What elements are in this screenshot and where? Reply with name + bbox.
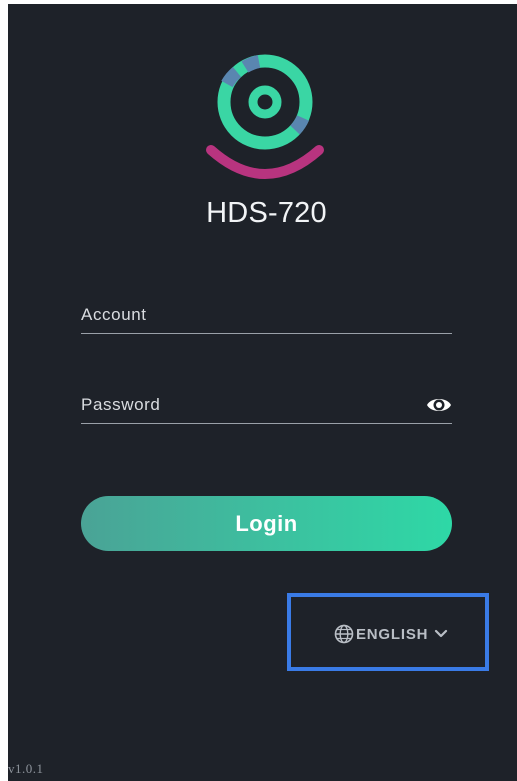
chevron-down-icon: [435, 629, 448, 638]
globe-icon: [334, 624, 354, 644]
password-input[interactable]: [81, 389, 415, 425]
login-button[interactable]: Login: [81, 496, 452, 551]
language-selector[interactable]: ENGLISH: [334, 623, 448, 645]
language-label: ENGLISH: [356, 625, 429, 643]
eye-icon[interactable]: [426, 394, 452, 416]
camera-lens-logo-icon: [206, 54, 324, 179]
password-field[interactable]: Password: [81, 389, 452, 425]
account-field[interactable]: Account: [81, 299, 452, 335]
account-input[interactable]: [81, 299, 415, 335]
version-label: v1.0.1: [8, 761, 44, 776]
login-screen: HDS-720 Account Password Login ENGLISH: [8, 4, 517, 781]
app-title: HDS-720: [206, 197, 327, 229]
